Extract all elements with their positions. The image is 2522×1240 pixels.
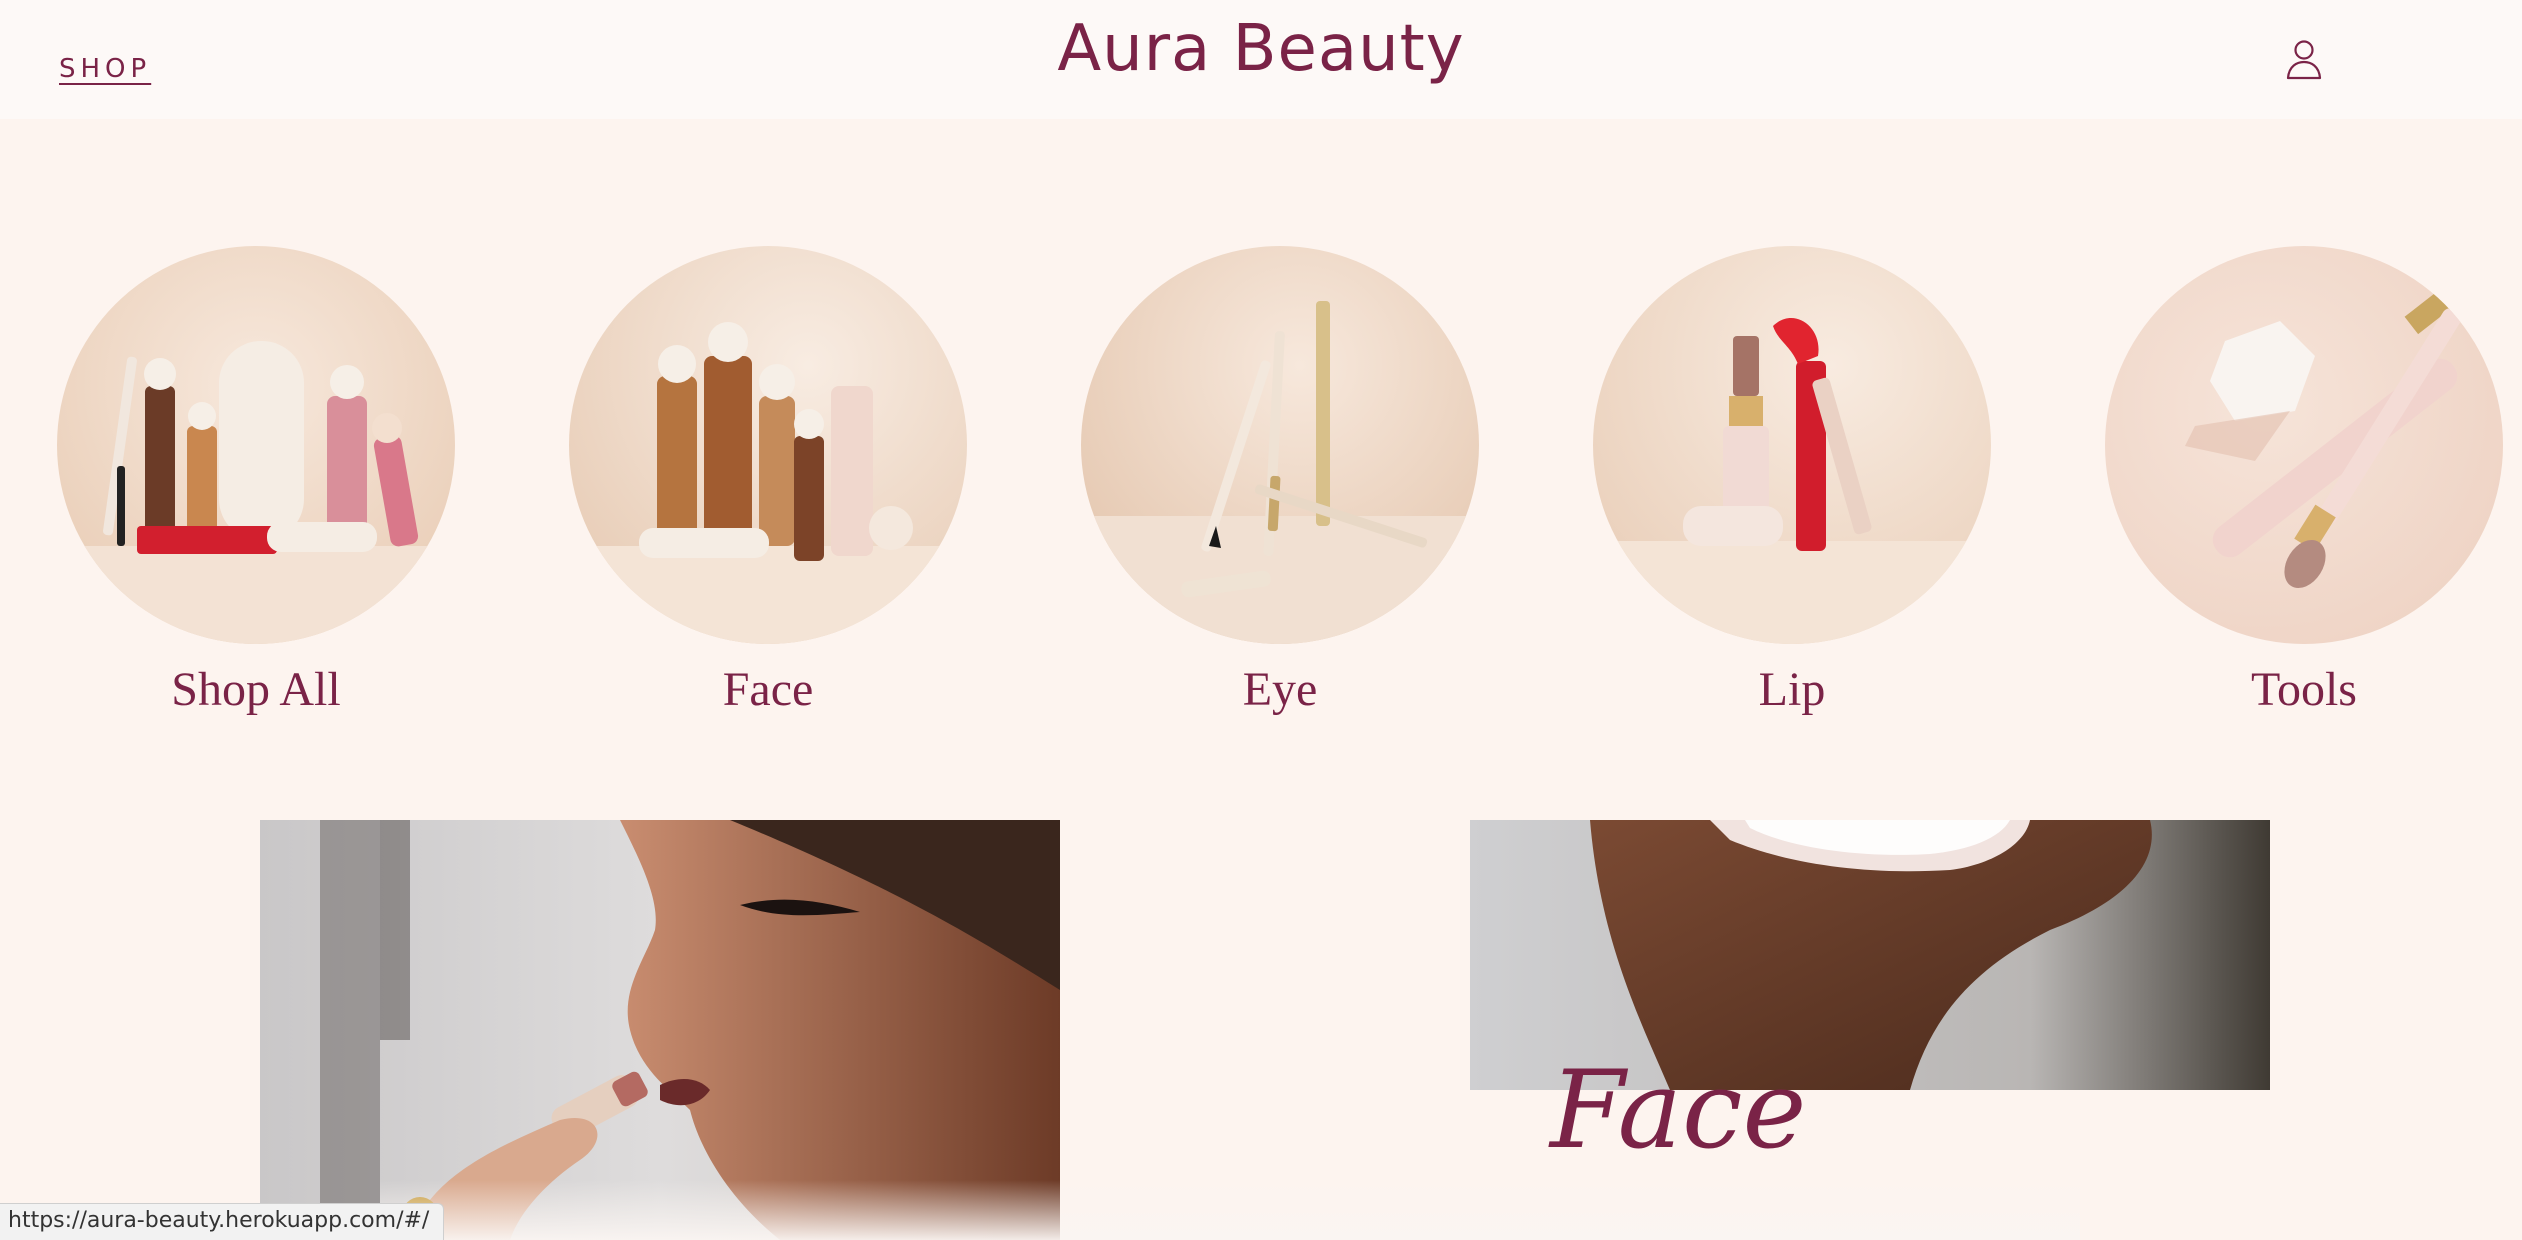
category-label[interactable]: Eye: [1081, 662, 1479, 717]
category-shop-all[interactable]: Shop All: [57, 246, 455, 717]
user-icon[interactable]: [2285, 38, 2323, 80]
category-label[interactable]: Face: [569, 662, 967, 717]
category-label[interactable]: Tools: [2105, 662, 2503, 717]
category-face[interactable]: Face: [569, 246, 967, 717]
site-header: SHOP Aura Beauty: [0, 0, 2522, 119]
category-eye[interactable]: Eye: [1081, 246, 1479, 717]
category-lip[interactable]: Lip: [1593, 246, 1991, 717]
bottom-fade: [380, 1180, 2080, 1240]
category-image-lip[interactable]: [1593, 246, 1991, 644]
category-label[interactable]: Shop All: [57, 662, 455, 717]
category-image-tools[interactable]: [2105, 246, 2503, 644]
status-bar-url: https://aura-beauty.herokuapp.com/#/: [0, 1203, 445, 1240]
category-image-shop-all[interactable]: [57, 246, 455, 644]
promo-face-title[interactable]: Face: [1550, 1048, 1806, 1173]
category-image-face[interactable]: [569, 246, 967, 644]
brand-logo[interactable]: Aura Beauty: [0, 12, 2522, 86]
category-image-eye[interactable]: [1081, 246, 1479, 644]
category-tools[interactable]: Tools: [2105, 246, 2503, 717]
promo-lip-image[interactable]: [260, 820, 1060, 1240]
category-label[interactable]: Lip: [1593, 662, 1991, 717]
